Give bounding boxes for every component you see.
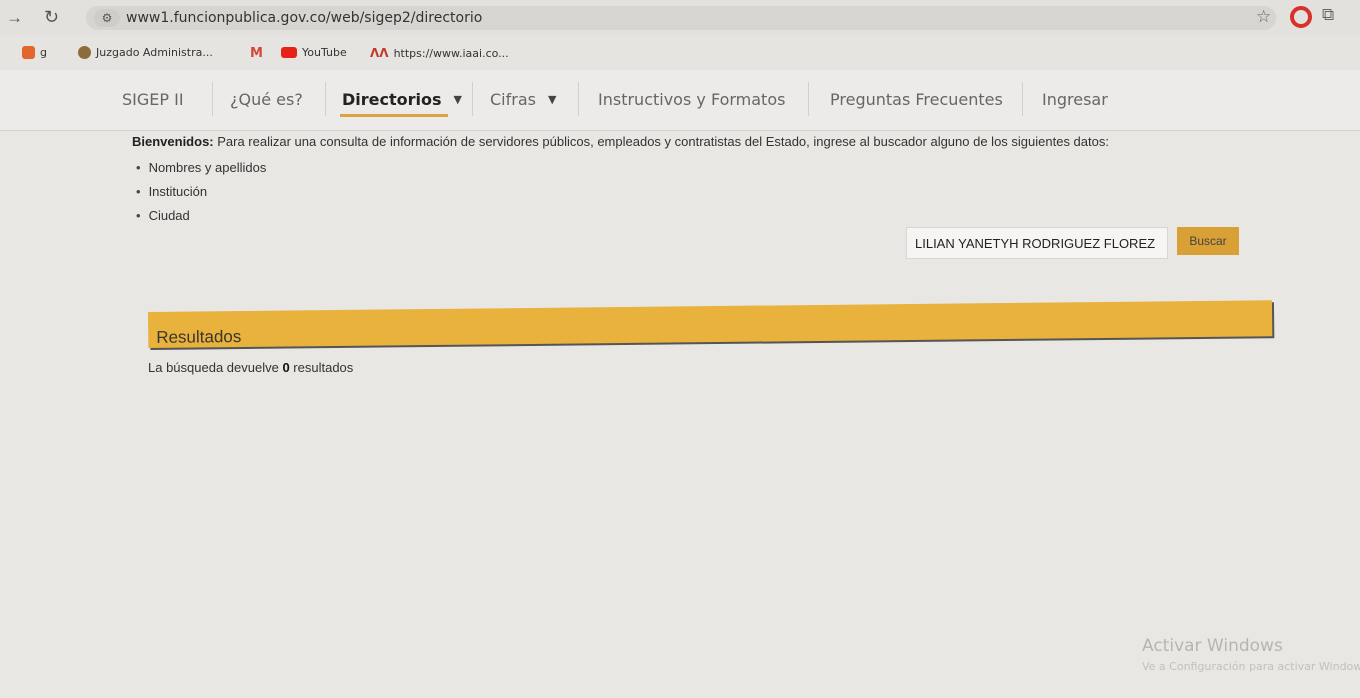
youtube-icon	[281, 47, 297, 58]
gmail-icon: M	[250, 46, 263, 61]
search-criteria-list: Nombres y apellidos Institución Ciudad	[136, 156, 267, 228]
nav-preguntas[interactable]: Preguntas Frecuentes	[830, 88, 1003, 112]
orange-extension-icon	[22, 46, 35, 59]
url-text[interactable]: www1.funcionpublica.gov.co/web/sigep2/di…	[126, 10, 482, 26]
list-item: Institución	[136, 180, 266, 204]
nav-divider	[578, 82, 579, 116]
forward-arrow-icon[interactable]: →	[6, 8, 23, 28]
site-nav: SIGEP II ¿Qué es? Directorios ▼ Cifras ▼ I…	[0, 70, 1360, 131]
nav-cifras-label: Cifras	[490, 90, 536, 109]
results-title: Resultados	[156, 327, 242, 347]
results-prefix: La búsqueda devuelve	[148, 360, 283, 375]
bookmark-item[interactable]: g	[22, 46, 47, 59]
nav-divider	[1022, 82, 1023, 116]
welcome-description: Para realizar una consulta de informació…	[213, 134, 1109, 149]
bookmark-item[interactable]: ΛΛ https://www.iaai.co...	[370, 46, 509, 60]
nav-directorios-label: Directorios	[342, 90, 442, 109]
activation-watermark-subtitle: Ve a Configuración para activar Windows.	[1142, 660, 1360, 673]
bookmark-item[interactable]: M	[250, 46, 263, 61]
site-settings-icon[interactable]: ⚙	[94, 9, 120, 27]
nav-divider	[325, 82, 326, 116]
results-header: Resultados	[148, 300, 1273, 348]
bookmark-label: YouTube	[302, 46, 347, 59]
opera-icon[interactable]	[1290, 6, 1312, 28]
results-suffix: resultados	[289, 360, 354, 375]
iaai-icon: ΛΛ	[370, 46, 389, 60]
active-tab-indicator	[340, 114, 448, 117]
seal-icon	[78, 46, 91, 59]
search-button[interactable]: Buscar	[1177, 227, 1239, 255]
address-bar[interactable]: ⚙ www1.funcionpublica.gov.co/web/sigep2/…	[86, 6, 1276, 30]
nav-divider	[808, 82, 809, 116]
nav-directorios[interactable]: Directorios ▼	[342, 88, 462, 112]
nav-instructivos[interactable]: Instructivos y Formatos	[598, 88, 785, 112]
nav-divider	[472, 82, 473, 116]
nav-sigep[interactable]: SIGEP II	[122, 88, 184, 112]
browser-toolbar: → ↻ ⚙ www1.funcionpublica.gov.co/web/sig…	[0, 0, 1360, 36]
bookmark-label: g	[40, 46, 47, 59]
bookmark-star-icon[interactable]: ☆	[1256, 7, 1271, 27]
results-count: 0	[282, 360, 290, 375]
list-item: Nombres y apellidos	[136, 156, 267, 180]
chevron-down-icon: ▼	[453, 93, 462, 106]
bookmark-item[interactable]: YouTube	[281, 46, 347, 59]
nav-cifras[interactable]: Cifras ▼	[490, 88, 556, 112]
welcome-text: Bienvenidos: Para realizar una consulta …	[132, 134, 1292, 149]
bookmark-item[interactable]: Juzgado Administra...	[78, 46, 213, 59]
activation-watermark-title: Activar Windows	[1142, 636, 1283, 656]
nav-divider	[212, 82, 213, 116]
reload-icon[interactable]: ↻	[44, 7, 59, 28]
search-input[interactable]	[906, 227, 1168, 259]
welcome-heading: Bienvenidos:	[132, 134, 214, 149]
nav-ingresar[interactable]: Ingresar	[1042, 88, 1108, 112]
bookmark-label: https://www.iaai.co...	[393, 46, 509, 60]
list-item: Ciudad	[136, 204, 266, 228]
bookmark-label: Juzgado Administra...	[96, 46, 213, 59]
chevron-down-icon: ▼	[547, 93, 557, 106]
bookmarks-bar: g Juzgado Administra... M YouTube ΛΛ htt…	[0, 36, 1360, 70]
nav-que-es[interactable]: ¿Qué es?	[230, 88, 303, 112]
results-summary: La búsqueda devuelve 0 resultados	[148, 360, 353, 375]
extensions-icon[interactable]: ⧉	[1322, 5, 1334, 25]
